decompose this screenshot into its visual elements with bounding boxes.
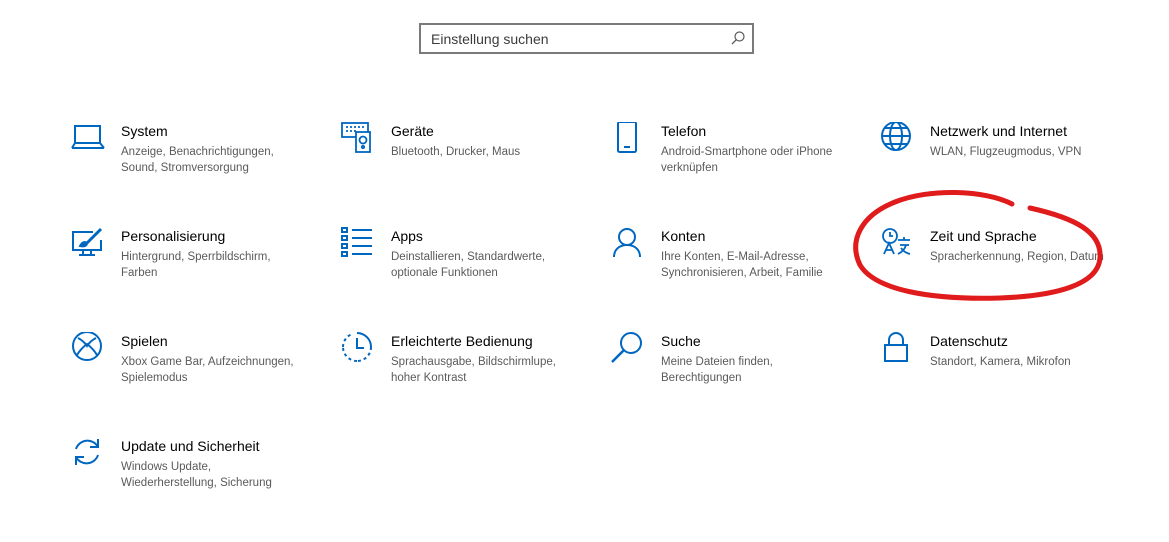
tile-title: Suche [661, 333, 701, 349]
tile-description: Deinstallieren, Standardwerte, optionale… [391, 251, 546, 279]
globe-icon [880, 122, 914, 156]
tile-description: Sprachausgabe, Bildschirmlupe, hoher Kon… [391, 356, 556, 384]
settings-grid: System Anzeige, Benachrichtigungen, Soun… [0, 0, 1169, 542]
laptop-icon [71, 122, 105, 156]
tile-system[interactable]: System Anzeige, Benachrichtigungen, Soun… [71, 122, 316, 212]
tile-apps[interactable]: Apps Deinstallieren, Standardwerte, opti… [341, 227, 586, 317]
person-icon [611, 227, 645, 261]
tile-title: Telefon [661, 123, 707, 139]
tile-description: WLAN, Flugzeugmodus, VPN [930, 146, 1082, 158]
tile-title: Update und Sicherheit [121, 438, 260, 454]
tile-description: Meine Dateien finden, Berechtigungen [661, 356, 773, 384]
tile-accounts[interactable]: Konten Ihre Konten, E-Mail-Adresse, Sync… [611, 227, 856, 317]
paint-icon [71, 227, 105, 261]
search-magnifier-icon [611, 332, 645, 366]
tile-phone[interactable]: Telefon Android-Smartphone oder iPhone v… [611, 122, 856, 212]
tile-description: Hintergrund, Sperrbildschirm, Farben [121, 251, 271, 279]
tile-title: Konten [661, 228, 706, 244]
tile-description: Anzeige, Benachrichtigungen, Sound, Stro… [121, 146, 274, 174]
tile-title: Netzwerk und Internet [930, 123, 1067, 139]
tile-network[interactable]: Netzwerk und Internet WLAN, Flugzeugmodu… [880, 122, 1125, 212]
tile-description: Spracherkennung, Region, Datum [930, 251, 1104, 263]
tile-personalization[interactable]: Personalisierung Hintergrund, Sperrbilds… [71, 227, 316, 317]
tile-title: Erleichterte Bedienung [391, 333, 533, 349]
sync-icon [71, 437, 105, 471]
tile-description: Android-Smartphone oder iPhone verknüpfe… [661, 146, 833, 174]
tile-description: Ihre Konten, E-Mail-Adresse, Synchronisi… [661, 251, 823, 279]
phone-icon [611, 122, 645, 156]
tile-time-language[interactable]: Zeit und Sprache Spracherkennung, Region… [880, 227, 1125, 317]
tile-description: Xbox Game Bar, Aufzeichnungen, Spielemod… [121, 356, 294, 384]
tile-title: Apps [391, 228, 423, 244]
xbox-icon [71, 332, 105, 366]
tile-title: Geräte [391, 123, 434, 139]
tile-devices[interactable]: Geräte Bluetooth, Drucker, Maus [341, 122, 586, 212]
ease-of-access-icon [341, 332, 375, 366]
lock-icon [880, 332, 914, 366]
tile-description: Windows Update, Wiederherstellung, Siche… [121, 461, 272, 489]
tile-update-security[interactable]: Update und Sicherheit Windows Update, Wi… [71, 437, 316, 527]
tile-description: Standort, Kamera, Mikrofon [930, 356, 1071, 368]
tile-ease-of-access[interactable]: Erleichterte Bedienung Sprachausgabe, Bi… [341, 332, 586, 422]
tile-privacy[interactable]: Datenschutz Standort, Kamera, Mikrofon [880, 332, 1125, 422]
tile-gaming[interactable]: Spielen Xbox Game Bar, Aufzeichnungen, S… [71, 332, 316, 422]
tile-title: System [121, 123, 168, 139]
tile-title: Personalisierung [121, 228, 226, 244]
tile-search[interactable]: Suche Meine Dateien finden, Berechtigung… [611, 332, 856, 422]
tile-title: Datenschutz [930, 333, 1008, 349]
tile-title: Zeit und Sprache [930, 228, 1037, 244]
apps-list-icon [341, 227, 375, 261]
tile-description: Bluetooth, Drucker, Maus [391, 146, 521, 158]
tile-title: Spielen [121, 333, 168, 349]
devices-icon [341, 122, 375, 156]
time-language-icon [880, 227, 914, 261]
